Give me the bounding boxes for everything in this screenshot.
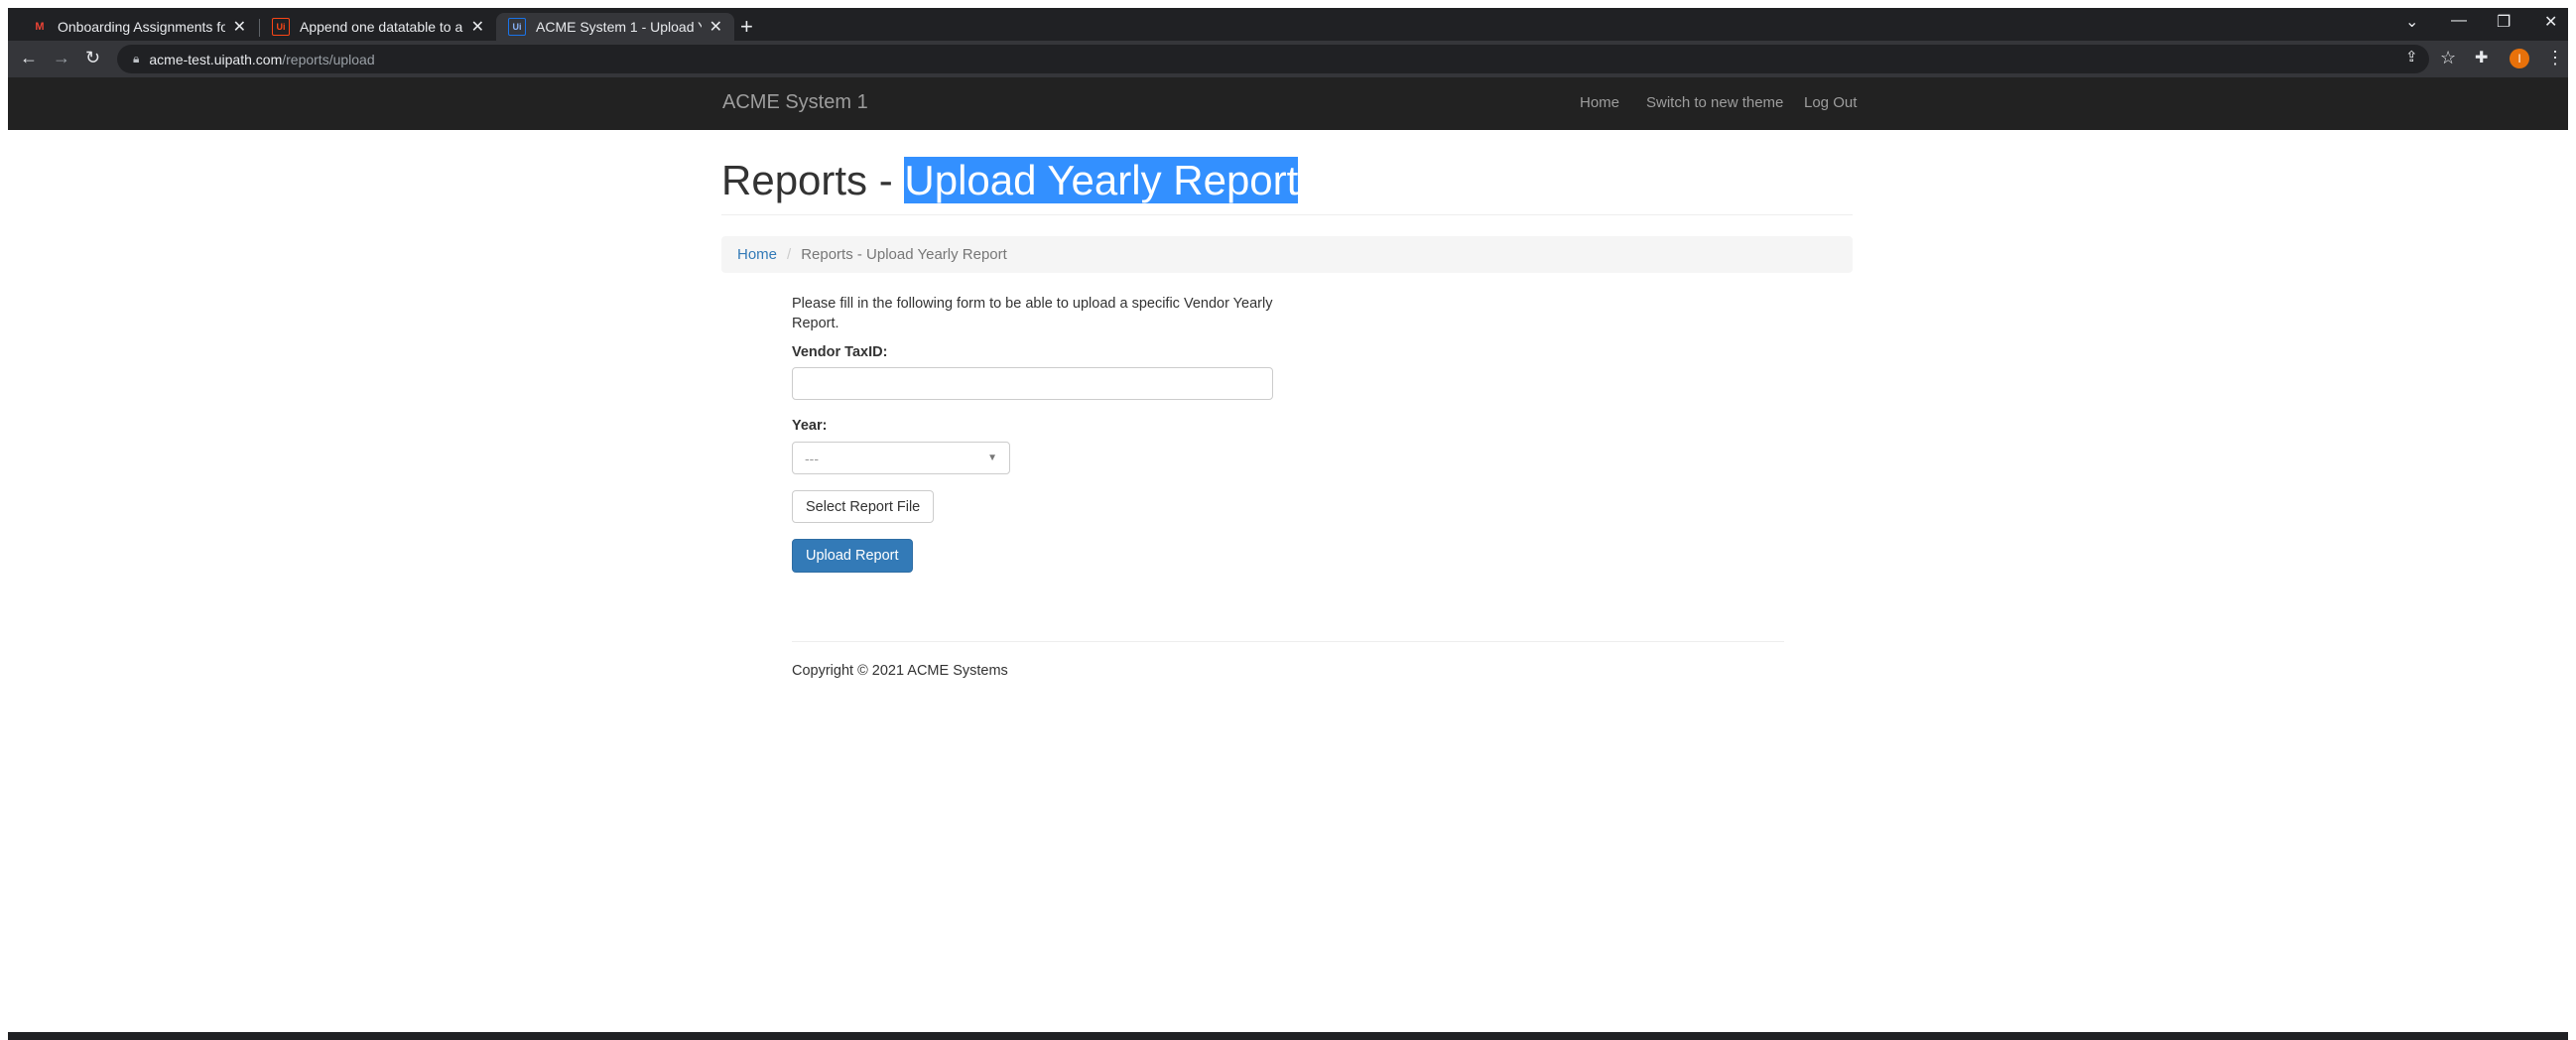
page-title-selected: Upload Yearly Report: [904, 157, 1299, 203]
year-select[interactable]: --- ▼: [792, 442, 1010, 474]
breadcrumb-home[interactable]: Home: [737, 246, 777, 263]
title-divider: [721, 214, 1853, 215]
uipath-icon: Ui: [272, 18, 290, 36]
chevron-down-icon: ▼: [987, 453, 997, 463]
menu-kebab-icon[interactable]: ⋮: [2546, 48, 2564, 68]
gmail-icon: M: [35, 21, 45, 33]
url-host: acme-test.uipath.com: [149, 51, 283, 67]
close-icon[interactable]: ✕: [471, 17, 484, 37]
url-path: /reports/upload: [282, 51, 375, 67]
breadcrumb: Home / Reports - Upload Yearly Report: [721, 236, 1853, 273]
window-close-icon[interactable]: ✕: [2544, 12, 2557, 32]
profile-avatar[interactable]: I: [2510, 49, 2529, 68]
address-bar[interactable]: 🔒︎ acme-test.uipath.com /reports/upload: [117, 45, 2429, 73]
tab-title: ACME System 1 - Upload Yearly R: [536, 19, 702, 35]
bookmark-star-icon[interactable]: ☆: [2440, 48, 2456, 68]
tab-search-icon[interactable]: ⌄: [2405, 12, 2418, 32]
restore-icon[interactable]: ❐: [2497, 12, 2511, 32]
taskbar-strip: [8, 1032, 2568, 1040]
form-instructions: Please fill in the following form to be …: [792, 296, 1273, 331]
breadcrumb-separator: /: [787, 246, 792, 263]
close-icon[interactable]: ✕: [709, 17, 722, 37]
tab-uipath-forum[interactable]: Ui Append one datatable to anothe ✕: [260, 13, 496, 41]
vendor-taxid-label: Vendor TaxID:: [792, 344, 888, 360]
reload-icon[interactable]: ↻: [85, 48, 100, 68]
page-title-prefix: Reports -: [721, 157, 905, 203]
back-icon[interactable]: ←: [20, 48, 38, 68]
share-icon[interactable]: ⇪: [2405, 48, 2418, 65]
tab-title: Append one datatable to anothe: [300, 19, 463, 35]
lock-icon: 🔒︎: [133, 52, 140, 65]
site-navbar: ACME System 1 Home Switch to new theme L…: [8, 77, 2568, 130]
nav-switch-theme[interactable]: Switch to new theme: [1646, 94, 1783, 111]
browser-chrome: M Onboarding Assignments for Isv ✕ Ui Ap…: [8, 8, 2568, 77]
minimize-icon[interactable]: —: [2451, 12, 2467, 30]
forward-icon[interactable]: →: [53, 48, 70, 68]
footer-divider: [792, 641, 1784, 642]
year-select-value: ---: [805, 450, 819, 466]
close-icon[interactable]: ✕: [233, 17, 246, 37]
browser-toolbar: ← → ↻ 🔒︎ acme-test.uipath.com /reports/u…: [8, 41, 2568, 77]
copyright-text: Copyright © 2021 ACME Systems: [792, 663, 1008, 679]
extensions-icon[interactable]: ✚: [2475, 48, 2488, 67]
year-label: Year:: [792, 418, 828, 434]
tab-title: Onboarding Assignments for Isv: [58, 19, 225, 35]
acme-icon: Ui: [508, 18, 526, 36]
nav-home[interactable]: Home: [1580, 94, 1619, 111]
tab-strip: M Onboarding Assignments for Isv ✕ Ui Ap…: [8, 8, 2568, 41]
new-tab-button[interactable]: +: [740, 14, 753, 40]
vendor-taxid-input[interactable]: [792, 367, 1273, 400]
tab-gmail[interactable]: M Onboarding Assignments for Isv ✕: [20, 13, 258, 41]
nav-logout[interactable]: Log Out: [1804, 94, 1857, 111]
select-report-file-button[interactable]: Select Report File: [792, 490, 935, 523]
brand-link[interactable]: ACME System 1: [722, 91, 868, 114]
breadcrumb-current: Reports - Upload Yearly Report: [801, 246, 1007, 263]
tab-acme-active[interactable]: Ui ACME System 1 - Upload Yearly R ✕: [496, 13, 734, 41]
upload-report-button[interactable]: Upload Report: [792, 539, 913, 573]
page-title: Reports - Upload Yearly Report: [721, 157, 1299, 204]
